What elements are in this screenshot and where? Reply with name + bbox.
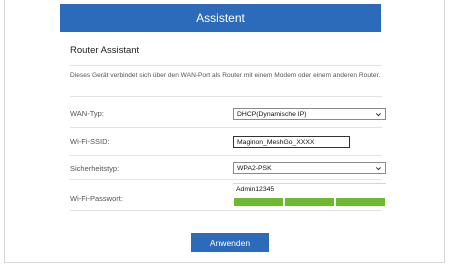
ssid-input[interactable]: Maginon_MeshGo_XXXX bbox=[233, 136, 350, 148]
security-type-value: WPA2-PSK bbox=[237, 164, 272, 172]
panel-description: Dieses Gerät verbindet sich über den WAN… bbox=[70, 72, 381, 79]
ssid-label: Wi-Fi-SSID: bbox=[70, 137, 110, 146]
divider bbox=[70, 65, 382, 66]
security-type-label: Sicherheitstyp: bbox=[70, 164, 120, 173]
password-strength-meter bbox=[234, 198, 385, 206]
password-field[interactable]: Admin12345 bbox=[233, 183, 386, 206]
password-label: Wi-Fi-Passwort: bbox=[70, 194, 123, 203]
chevron-down-icon bbox=[376, 113, 381, 117]
security-type-select[interactable]: WPA2-PSK bbox=[233, 162, 386, 174]
divider bbox=[70, 96, 382, 97]
page-title: Assistent bbox=[196, 11, 245, 25]
apply-button[interactable]: Anwenden bbox=[191, 233, 269, 252]
title-bar: Assistent bbox=[60, 4, 381, 32]
strength-segment bbox=[336, 198, 385, 206]
password-value: Admin12345 bbox=[236, 186, 275, 193]
strength-segment bbox=[285, 198, 334, 206]
ssid-value: Maginon_MeshGo_XXXX bbox=[237, 138, 315, 146]
wan-type-select[interactable]: DHCP(Dynamische IP) bbox=[233, 108, 386, 120]
wan-type-label: WAN-Typ: bbox=[70, 109, 104, 118]
divider bbox=[70, 210, 382, 211]
chevron-down-icon bbox=[376, 167, 381, 171]
panel-title: Router Assistant bbox=[70, 45, 140, 56]
divider bbox=[70, 179, 382, 180]
apply-button-label: Anwenden bbox=[209, 237, 251, 248]
router-assistant-panel: Router Assistant Dieses Gerät verbindet … bbox=[60, 38, 386, 261]
strength-segment bbox=[234, 198, 283, 206]
divider bbox=[70, 155, 382, 156]
divider bbox=[70, 127, 382, 128]
wan-type-value: DHCP(Dynamische IP) bbox=[237, 110, 307, 118]
